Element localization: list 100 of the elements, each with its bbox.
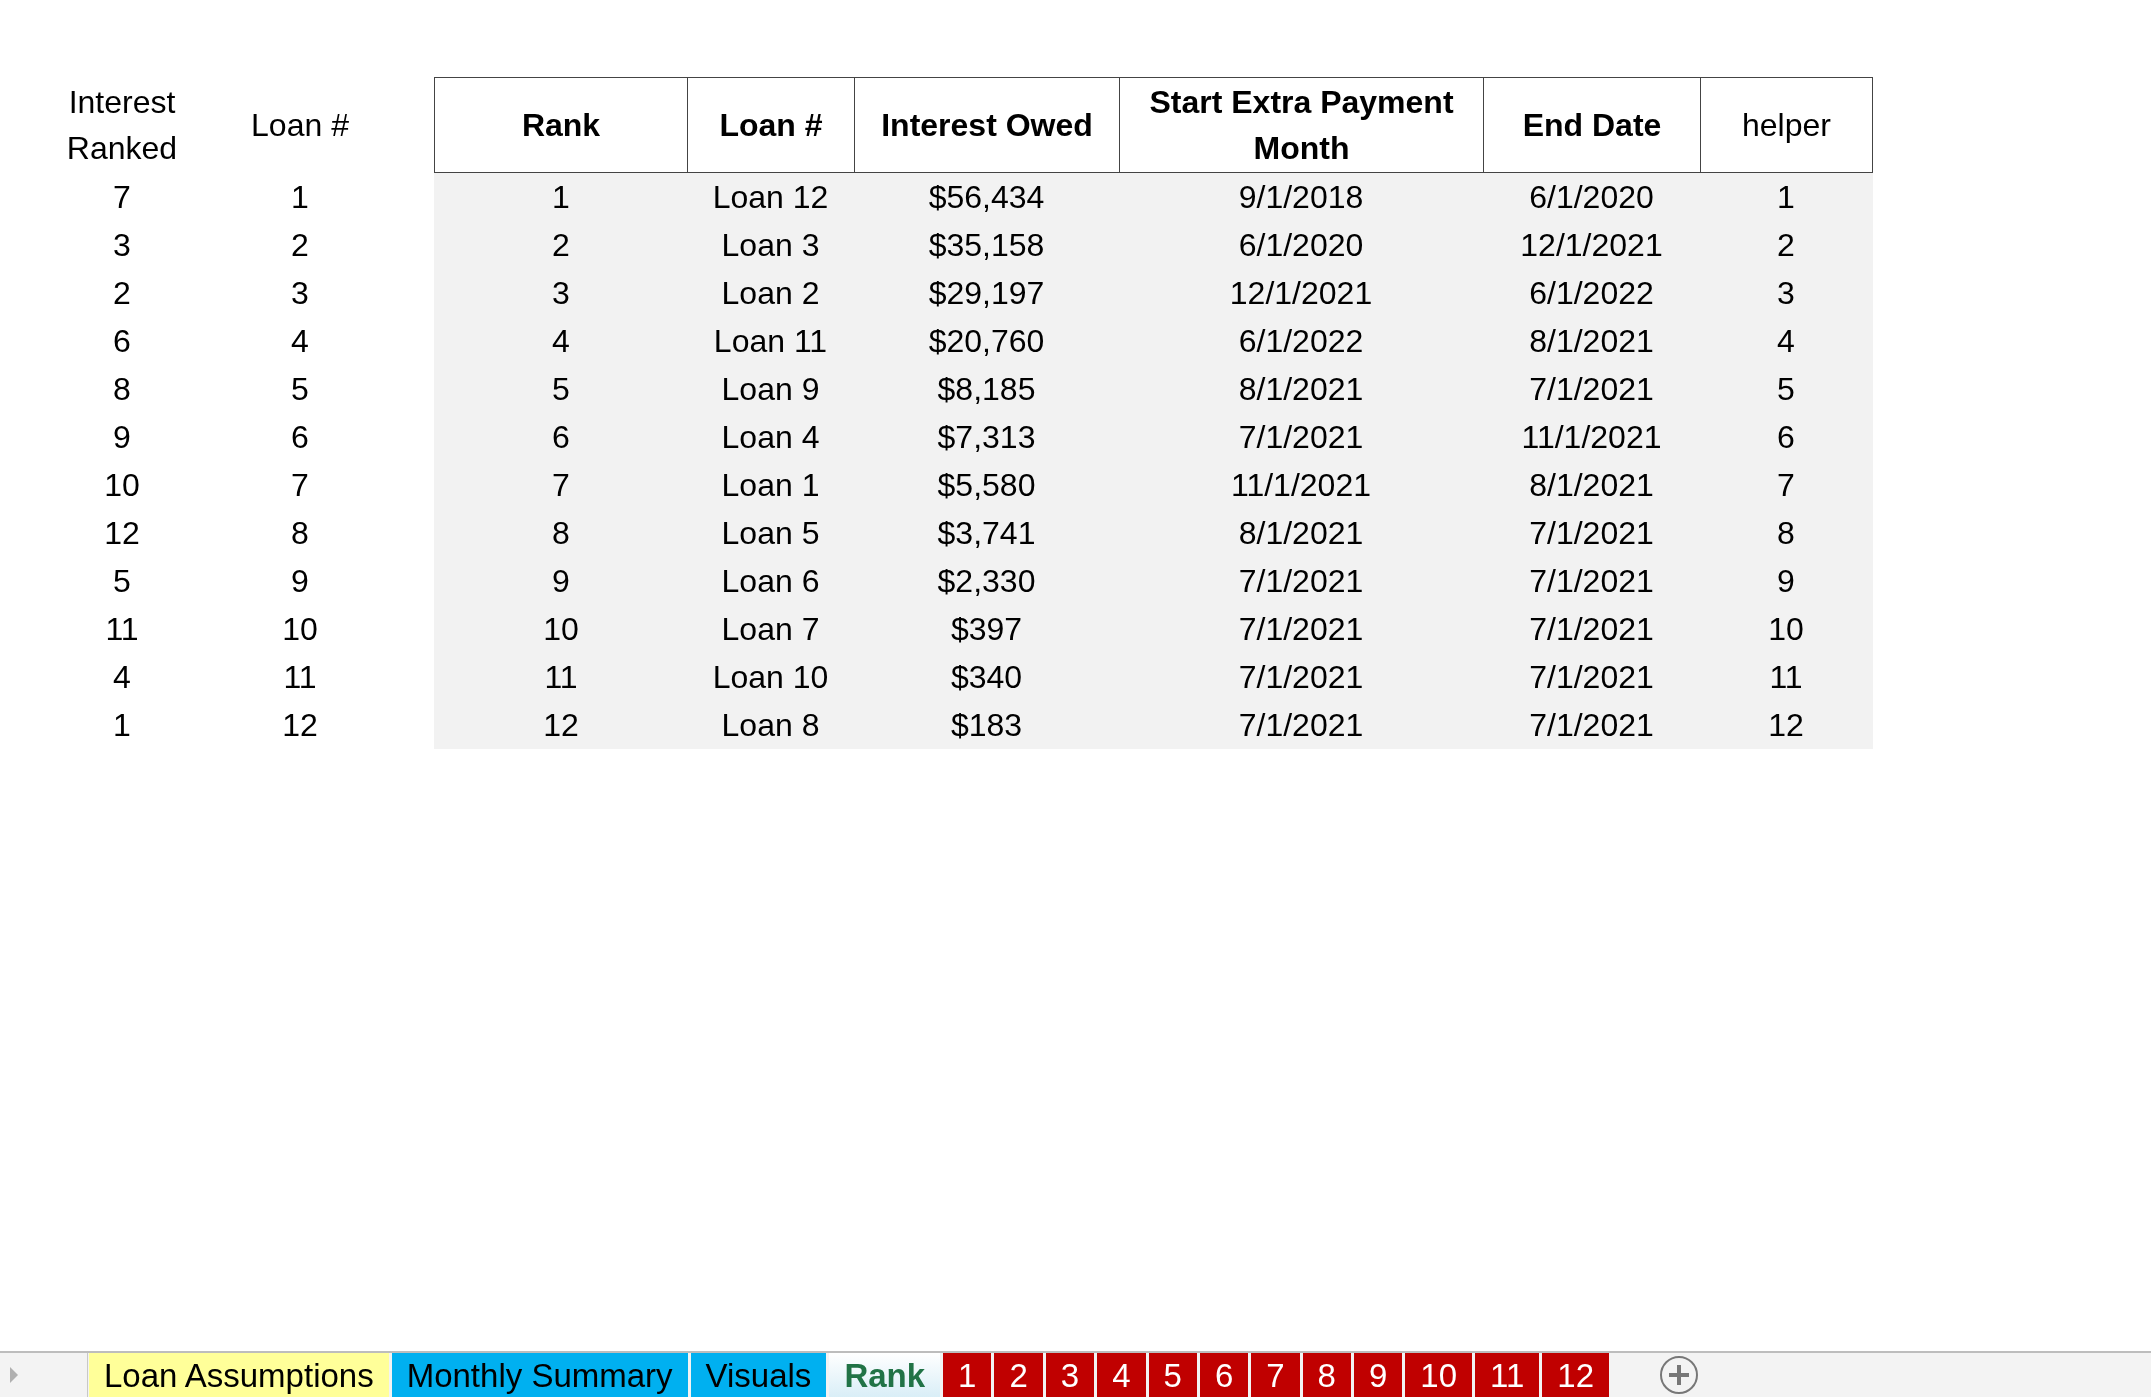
table-cell-text: $56,434 (927, 178, 1046, 217)
table-cell-text: 7 (112, 178, 132, 217)
sheet-tab[interactable]: 10 (1405, 1353, 1473, 1397)
table-cell-text: 11/1/2021 (1230, 466, 1372, 505)
table-cell-text: 3 (112, 226, 132, 265)
column-header: Loan # (251, 106, 349, 145)
sheet-tab[interactable]: 8 (1302, 1353, 1351, 1397)
table-cell-text: 4 (1776, 322, 1796, 361)
table-cell-text: 8/1/2021 (1237, 370, 1365, 409)
sheet-tab[interactable]: 6 (1199, 1353, 1249, 1397)
table-cell-text: 3 (1776, 274, 1796, 313)
table-cell-text: 6/1/2020 (1528, 178, 1655, 217)
table-cell-text: 4 (551, 322, 571, 361)
table-cell-text: 8 (112, 370, 132, 409)
sheet-tab[interactable]: Loan Assumptions (89, 1353, 389, 1397)
table-cell-text: 7/1/2021 (1237, 706, 1365, 745)
sheet-tab[interactable]: Monthly Summary (391, 1353, 688, 1397)
table-cell-text: 8 (551, 514, 571, 553)
sheet-tab[interactable]: 12 (1542, 1353, 1609, 1397)
column-header: Interest Ranked (65, 83, 179, 168)
table-cell-text: $5,580 (936, 466, 1037, 505)
sheet-tab[interactable]: Rank (829, 1353, 941, 1397)
table-cell-text: $8,185 (936, 370, 1037, 409)
table-cell-text: Loan 1 (720, 466, 821, 505)
table-cell-text: Loan 11 (712, 322, 829, 361)
table-cell-text: $29,197 (927, 274, 1046, 313)
sheet-tab[interactable]: 1 (943, 1353, 992, 1397)
table-cell-text: 6 (112, 322, 132, 361)
table-cell-text: Loan 8 (720, 706, 821, 745)
sheet-tab[interactable]: 7 (1251, 1353, 1300, 1397)
table-cell-text: $2,330 (936, 562, 1037, 601)
table-cell-text: 2 (290, 226, 310, 265)
table-cell-text: 12/1/2021 (1519, 226, 1664, 265)
table-cell-text: Loan 12 (711, 178, 830, 217)
table-cell-text: 10 (103, 466, 141, 505)
table-cell-text: 6/1/2020 (1237, 226, 1365, 265)
table-cell-text: 7/1/2021 (1237, 610, 1365, 649)
table-cell-text: 1 (112, 706, 132, 745)
table-cell-text: $340 (949, 658, 1024, 697)
sheet-tab[interactable]: 2 (994, 1353, 1043, 1397)
table-cell-text: 12 (103, 514, 141, 553)
table-cell-text: Loan 9 (720, 370, 821, 409)
table-cell-text: Loan 3 (720, 226, 821, 265)
sheet-tab[interactable]: Visuals (690, 1353, 827, 1397)
table-cell-text: 6/1/2022 (1237, 322, 1365, 361)
table-cell-text: 8 (1776, 514, 1796, 553)
column-header: Interest Owed (854, 78, 1119, 172)
table-cell-text: 2 (1776, 226, 1796, 265)
column-header: Loan # (687, 78, 854, 172)
table-cell-text: 8/1/2021 (1528, 322, 1655, 361)
add-sheet-icon[interactable] (1659, 1355, 1699, 1395)
table-cell-text: 3 (290, 274, 310, 313)
table-cell-text: 11 (1768, 658, 1804, 697)
table-cell-text: $397 (949, 610, 1024, 649)
table-cell-text: 7/1/2021 (1528, 514, 1655, 553)
table-cell-text: 10 (1767, 610, 1805, 649)
table-cell-text: 7/1/2021 (1528, 610, 1655, 649)
table-cell-text: $7,313 (936, 418, 1037, 457)
sheet-tab[interactable]: 11 (1475, 1353, 1540, 1397)
table-cell-text: $183 (949, 706, 1024, 745)
table-cell-text: 7/1/2021 (1528, 562, 1655, 601)
table-cell-text: 9/1/2018 (1237, 178, 1365, 217)
sheet-tab[interactable]: 9 (1353, 1353, 1403, 1397)
table-cell-text: $20,760 (927, 322, 1046, 361)
table-cell-text: 2 (551, 226, 571, 265)
table-cell-text: 1 (290, 178, 310, 217)
table-cell-text: 9 (290, 562, 310, 601)
table-cell-text: 10 (542, 610, 580, 649)
sheet-tab[interactable]: 3 (1045, 1353, 1095, 1397)
table-cell-text: Loan 5 (720, 514, 821, 553)
table-cell-text: 2 (112, 274, 132, 313)
table-cell-text: 7/1/2021 (1528, 370, 1655, 409)
table-cell-text: 7/1/2021 (1237, 418, 1365, 457)
sheet-tab[interactable]: 5 (1148, 1353, 1197, 1397)
table-cell-text: 12 (1767, 706, 1805, 745)
table-cell-text: 4 (290, 322, 310, 361)
table-cell-text: 10 (281, 610, 319, 649)
table-cell-text: Loan 10 (711, 658, 830, 697)
table-cell-text: 5 (551, 370, 571, 409)
table-cell-text: 5 (290, 370, 310, 409)
column-header: End Date (1483, 78, 1700, 172)
table-cell-text: $3,741 (936, 514, 1037, 553)
table-cell-text: 8 (290, 514, 310, 553)
table-cell-text: 7/1/2021 (1237, 658, 1365, 697)
table-cell-text: 7/1/2021 (1528, 706, 1655, 745)
table-cell-text: 11 (282, 658, 318, 697)
column-header: Rank (520, 106, 602, 145)
table-cell-text: 7 (290, 466, 310, 505)
table-cell-text: 1 (551, 178, 571, 217)
sheet-tab[interactable]: 4 (1097, 1353, 1146, 1397)
table-cell-text: 7 (1776, 466, 1796, 505)
column-header: Start Extra Payment Month (1119, 78, 1483, 172)
table-cell-text: $35,158 (927, 226, 1046, 265)
table-cell-text: 6 (1776, 418, 1796, 457)
table-cell-text: 7/1/2021 (1528, 658, 1655, 697)
column-header: helper (1700, 78, 1872, 172)
table-cell-text: 11/1/2021 (1520, 418, 1663, 457)
table-cell-text: Loan 6 (720, 562, 821, 601)
table-cell-text: 9 (1776, 562, 1796, 601)
table-cell-text: 3 (551, 274, 571, 313)
